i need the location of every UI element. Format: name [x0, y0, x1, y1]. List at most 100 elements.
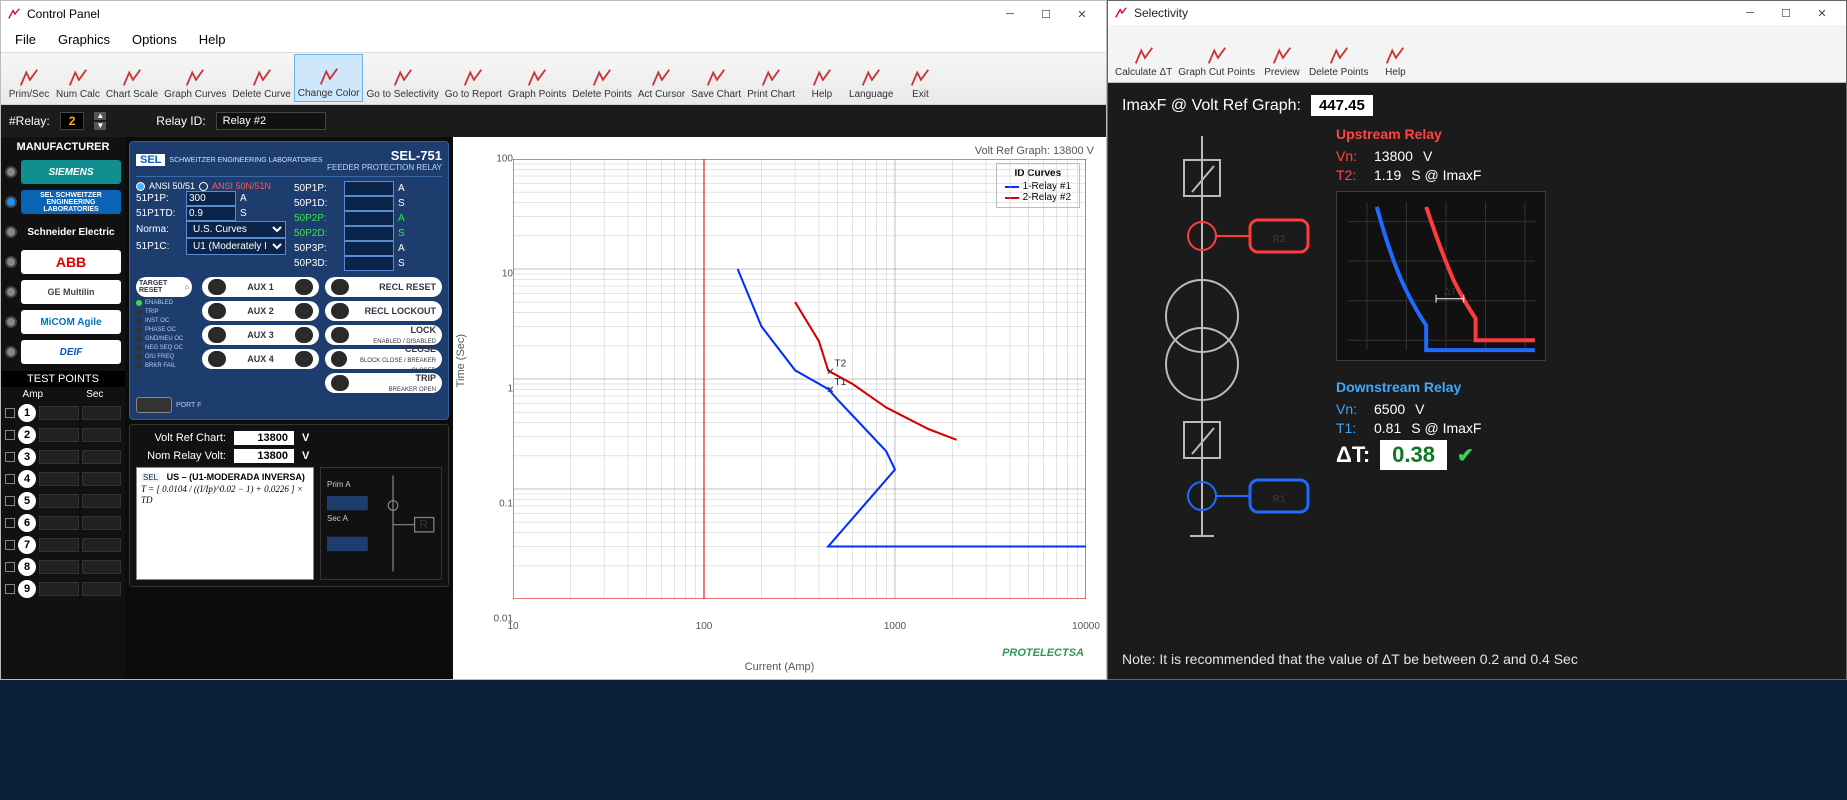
front-trip[interactable]: TRIPBREAKER OPEN	[325, 373, 442, 393]
50p3d-input[interactable]	[344, 256, 394, 271]
checkbox[interactable]	[5, 518, 15, 528]
checkbox[interactable]	[5, 408, 15, 418]
radio-icon[interactable]	[5, 346, 17, 358]
tb-help[interactable]: Help	[1371, 32, 1419, 80]
51p1td-input[interactable]	[186, 206, 236, 221]
50p3p-input[interactable]	[344, 241, 394, 256]
target-reset-button[interactable]: TARGET RESET⌂	[136, 277, 192, 297]
checkbox[interactable]	[5, 584, 15, 594]
radio-icon[interactable]	[5, 226, 17, 238]
checkbox[interactable]	[5, 562, 15, 572]
test-point-row[interactable]: 8	[1, 556, 125, 578]
amp-cell[interactable]	[39, 450, 79, 464]
volt-ref-value[interactable]: 13800	[234, 431, 294, 445]
tb-print-chart[interactable]: Print Chart	[744, 54, 798, 102]
maximize-button[interactable]: ☐	[1028, 3, 1064, 25]
amp-cell[interactable]	[39, 582, 79, 596]
amp-cell[interactable]	[39, 538, 79, 552]
front-close[interactable]: CLOSEBLOCK CLOSE / BREAKER CLOSED	[325, 349, 442, 369]
aux-button[interactable]: AUX 1	[202, 277, 319, 297]
sec-cell[interactable]	[82, 560, 122, 574]
mfr-deif[interactable]: DEIF	[1, 337, 125, 367]
ansi-50n-51n-radio[interactable]	[199, 182, 208, 191]
radio-icon[interactable]	[5, 256, 17, 268]
tb-graph-points[interactable]: Graph Points	[505, 54, 569, 102]
sel-close-button[interactable]: ✕	[1804, 2, 1840, 24]
tb-act-cursor[interactable]: Act Cursor	[635, 54, 688, 102]
sec-cell[interactable]	[82, 582, 122, 596]
imax-value[interactable]: 447.45	[1311, 95, 1373, 116]
50p2p-input[interactable]	[344, 211, 394, 226]
close-button[interactable]: ✕	[1064, 3, 1100, 25]
sel-minimize-button[interactable]: ─	[1732, 2, 1768, 24]
front-lock[interactable]: LOCKENABLED / DISABLED	[325, 325, 442, 345]
sec-cell[interactable]	[82, 472, 122, 486]
checkbox[interactable]	[5, 496, 15, 506]
ansi-50-51-radio[interactable]	[136, 182, 145, 191]
test-point-row[interactable]: 3	[1, 446, 125, 468]
amp-cell[interactable]	[39, 560, 79, 574]
test-point-row[interactable]: 6	[1, 512, 125, 534]
test-point-row[interactable]: 4	[1, 468, 125, 490]
mfr-siemens[interactable]: SIEMENS	[1, 157, 125, 187]
relay-id-input[interactable]	[216, 112, 326, 130]
radio-icon[interactable]	[5, 166, 17, 178]
aux-button[interactable]: AUX 3	[202, 325, 319, 345]
sec-cell[interactable]	[82, 428, 122, 442]
sec-cell[interactable]	[82, 406, 122, 420]
sec-cell[interactable]	[82, 494, 122, 508]
plot-area[interactable]: T1✕T2✕	[513, 159, 1086, 599]
test-point-row[interactable]: 5	[1, 490, 125, 512]
50p1p-input[interactable]	[344, 181, 394, 196]
norma-select[interactable]: U.S. Curves	[186, 221, 286, 238]
tb-num-calc[interactable]: Num Calc	[53, 54, 103, 102]
tb-exit[interactable]: Exit	[896, 54, 944, 102]
amp-cell[interactable]	[39, 428, 79, 442]
menu-options[interactable]: Options	[132, 32, 177, 47]
checkbox[interactable]	[5, 540, 15, 550]
sec-cell[interactable]	[82, 450, 122, 464]
checkbox[interactable]	[5, 430, 15, 440]
mfr-schneider[interactable]: Schneider Electric	[1, 217, 125, 247]
n-relay-stepper[interactable]: ▲▼	[94, 111, 106, 131]
radio-icon[interactable]	[5, 316, 17, 328]
mfr-ge[interactable]: GE Multilin	[1, 277, 125, 307]
amp-cell[interactable]	[39, 494, 79, 508]
menu-graphics[interactable]: Graphics	[58, 32, 110, 47]
sec-cell[interactable]	[82, 516, 122, 530]
tb-language[interactable]: Language	[846, 54, 897, 102]
51p1c-select[interactable]: U1 (Moderately Inverse)	[186, 238, 286, 255]
checkbox[interactable]	[5, 452, 15, 462]
ansi-toggle[interactable]: ANSI 50/51 ANSI 50N/51N	[136, 181, 286, 191]
51p1p-input[interactable]	[186, 191, 236, 206]
amp-cell[interactable]	[39, 516, 79, 530]
tb-graph-curves[interactable]: Graph Curves	[161, 54, 229, 102]
minimize-button[interactable]: ─	[992, 3, 1028, 25]
aux-button[interactable]: AUX 4	[202, 349, 319, 369]
radio-icon[interactable]	[5, 286, 17, 298]
amp-cell[interactable]	[39, 406, 79, 420]
tb-chart-scale[interactable]: Chart Scale	[103, 54, 161, 102]
tb-delete-curve[interactable]: Delete Curve	[229, 54, 293, 102]
mfr-sel[interactable]: SEL SCHWEITZER ENGINEERING LABORATORIES	[1, 187, 125, 217]
50p2d-input[interactable]	[344, 226, 394, 241]
test-point-row[interactable]: 7	[1, 534, 125, 556]
test-point-row[interactable]: 2	[1, 424, 125, 446]
checkbox[interactable]	[5, 474, 15, 484]
test-point-row[interactable]: 9	[1, 578, 125, 600]
sec-cell[interactable]	[82, 538, 122, 552]
menu-file[interactable]: File	[15, 32, 36, 47]
50p1d-input[interactable]	[344, 196, 394, 211]
sel-maximize-button[interactable]: ☐	[1768, 2, 1804, 24]
tb-go-to-selectivity[interactable]: Go to Selectivity	[363, 54, 441, 102]
radio-icon[interactable]	[5, 196, 17, 208]
mfr-abb[interactable]: ABB	[1, 247, 125, 277]
tb-calc-dt[interactable]: Calculate ΔT	[1112, 32, 1175, 80]
aux-button[interactable]: AUX 2	[202, 301, 319, 321]
tb-delete-points[interactable]: Delete Points	[569, 54, 634, 102]
front-recl-reset[interactable]: RECL RESET	[325, 277, 442, 297]
amp-cell[interactable]	[39, 472, 79, 486]
nom-relay-value[interactable]: 13800	[234, 449, 294, 463]
tb-go-to-report[interactable]: Go to Report	[442, 54, 505, 102]
menu-help[interactable]: Help	[199, 32, 226, 47]
